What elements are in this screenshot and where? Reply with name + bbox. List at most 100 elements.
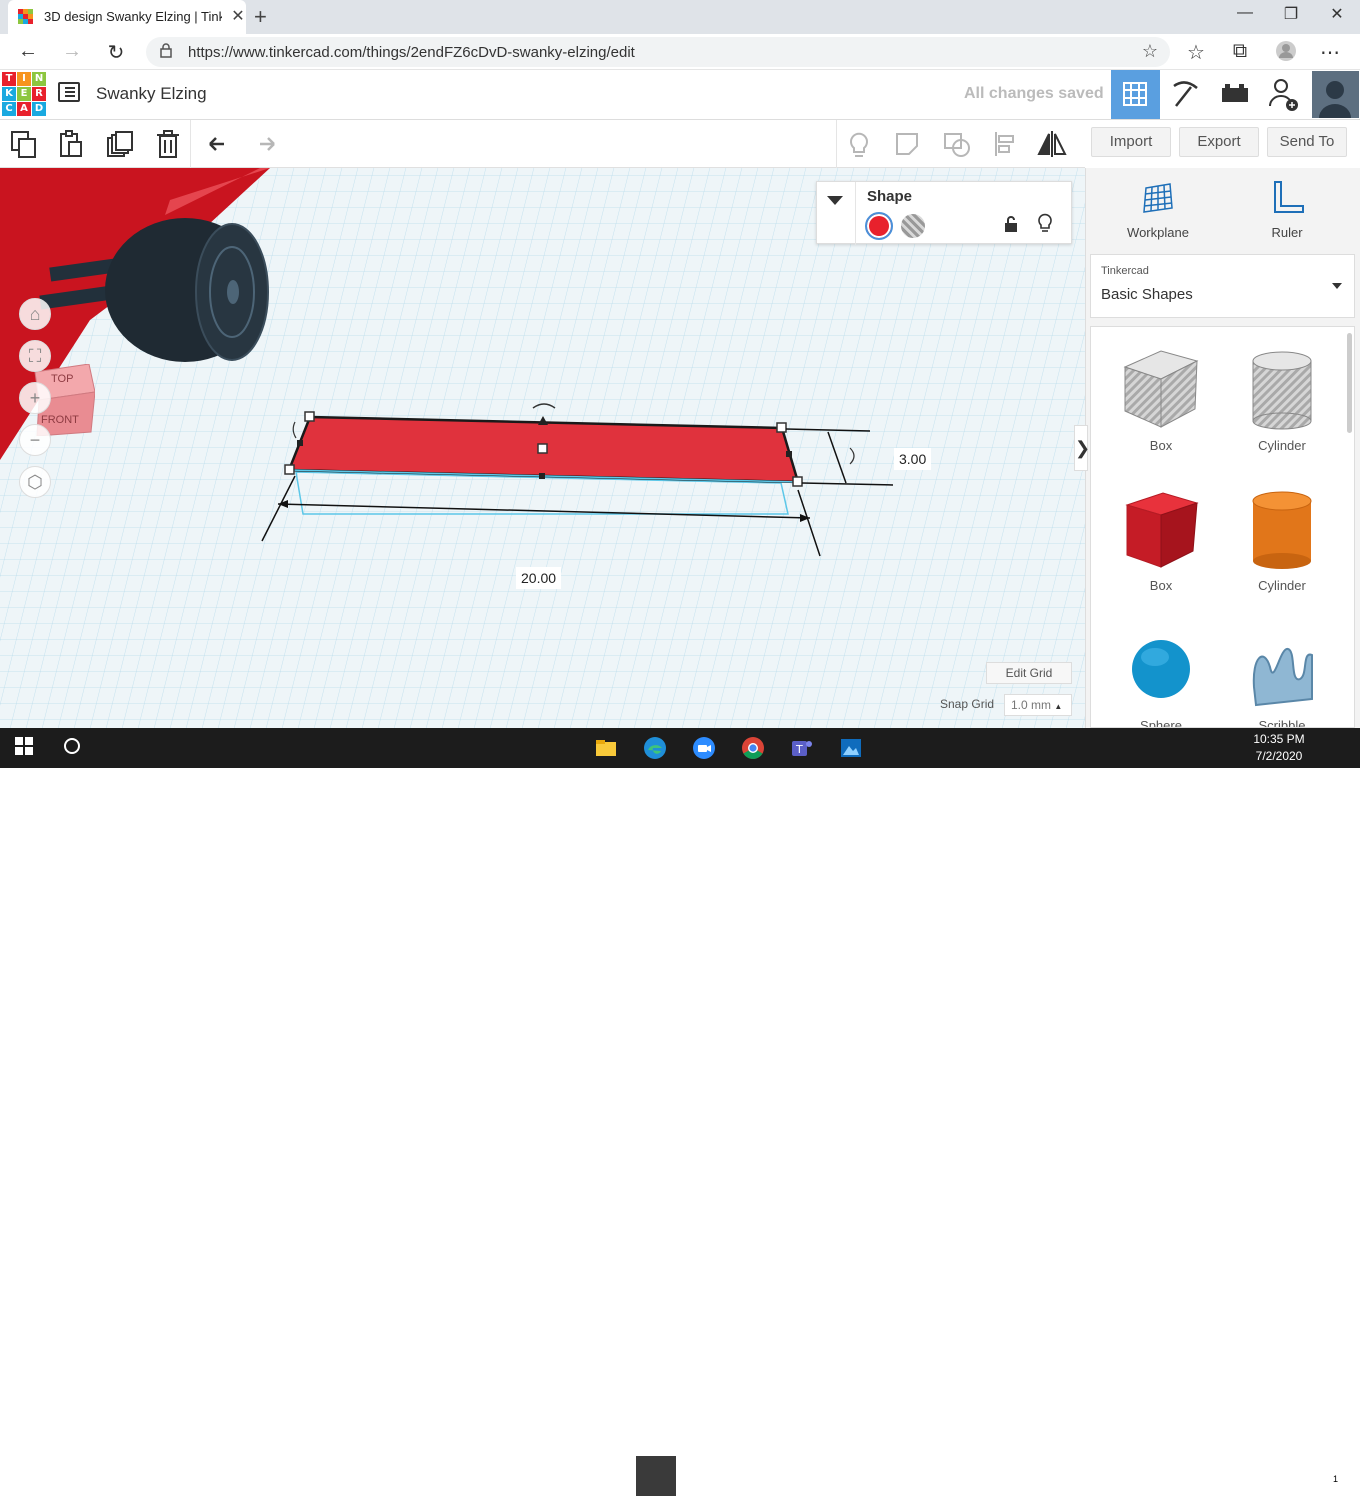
svg-text:T: T	[795, 743, 803, 756]
add-user-icon[interactable]	[1259, 70, 1308, 119]
notification-center-icon[interactable]: 1	[1318, 1464, 1342, 1488]
edit-grid-button[interactable]: Edit Grid	[986, 662, 1072, 684]
design-list-icon[interactable]	[58, 82, 80, 102]
favorite-star-icon[interactable]: ☆	[1142, 41, 1158, 62]
align-icon[interactable]	[990, 128, 1022, 160]
workplane-icon	[1143, 183, 1173, 213]
battery-icon[interactable]: ▭	[1176, 1468, 1188, 1484]
tab-title: 3D design Swanky Elzing | Tinker	[44, 9, 222, 24]
forward-icon[interactable]: →	[60, 40, 84, 63]
group-icon[interactable]	[892, 128, 924, 160]
shape-box[interactable]: Box	[1106, 487, 1216, 593]
search-icon[interactable]	[62, 736, 86, 760]
mirror-icon[interactable]	[1036, 128, 1068, 160]
solid-color-swatch[interactable]	[865, 212, 893, 240]
clock-date[interactable]: 7/2/2020	[1251, 749, 1307, 763]
design-title[interactable]: Swanky Elzing	[96, 84, 207, 104]
copy-icon[interactable]	[8, 128, 40, 160]
shape-cylinder-hole[interactable]: Cylinder	[1227, 347, 1337, 453]
paste-icon[interactable]	[56, 128, 88, 160]
window-close-icon[interactable]: ✕	[1314, 4, 1360, 24]
user-avatar[interactable]	[1311, 70, 1360, 119]
view-cube-front-label: FRONT	[41, 414, 79, 426]
3d-view-button[interactable]	[1111, 70, 1160, 119]
close-tab-icon[interactable]: ✕	[228, 6, 248, 26]
zoom-app-icon[interactable]	[692, 736, 716, 760]
url-text: https://www.tinkercad.com/things/2endFZ6…	[188, 44, 635, 61]
height-handle[interactable]	[537, 443, 548, 454]
lock-icon[interactable]	[1003, 215, 1019, 238]
shape-label: Cylinder	[1258, 578, 1306, 593]
wheel-object[interactable]	[105, 218, 269, 362]
shape-label: Box	[1149, 578, 1173, 593]
fit-view-icon[interactable]: ⛶	[19, 340, 51, 372]
resize-handle[interactable]	[776, 422, 787, 433]
shape-label: Sphere	[1140, 718, 1182, 728]
shape-sphere[interactable]: Sphere	[1106, 627, 1216, 728]
shape-scribble[interactable]: Scribble	[1227, 627, 1337, 727]
more-menu-icon[interactable]: ⋯	[1318, 40, 1342, 65]
minimize-icon[interactable]: —	[1222, 4, 1268, 22]
redo-icon[interactable]	[250, 128, 282, 160]
duplicate-icon[interactable]	[104, 128, 136, 160]
file-explorer-icon[interactable]	[594, 736, 618, 760]
windows-start-icon[interactable]	[14, 736, 38, 760]
browser-tab[interactable]: 3D design Swanky Elzing | Tinker ✕	[8, 0, 246, 34]
export-button[interactable]: Export	[1179, 127, 1259, 157]
collections-icon[interactable]: ⧉	[1228, 40, 1252, 63]
show-hidden-icons-chevron-icon[interactable]: ︿	[1152, 1469, 1165, 1488]
height-dimension-label[interactable]: 3.00	[894, 448, 932, 470]
shape-cylinder[interactable]: Cylinder	[1227, 487, 1337, 593]
collapse-caret-icon[interactable]	[827, 196, 843, 205]
shape-box-hole[interactable]: Box	[1106, 347, 1216, 453]
zoom-out-icon[interactable]: −	[19, 424, 51, 456]
wifi-icon[interactable]: ◠	[1201, 1467, 1212, 1483]
zoom-in-icon[interactable]: +	[19, 382, 51, 414]
edge-browser-icon[interactable]	[643, 736, 667, 760]
import-button[interactable]: Import	[1091, 127, 1171, 157]
snap-grid-select[interactable]: 1.0 mm ▲	[1004, 694, 1072, 716]
resize-handle[interactable]	[284, 464, 295, 475]
address-bar[interactable]: https://www.tinkercad.com/things/2endFZ6…	[146, 37, 1170, 67]
shape-library-select[interactable]: Tinkercad Basic Shapes	[1090, 254, 1355, 318]
edit-toolbar	[0, 120, 1085, 168]
logo-letter: K	[2, 87, 16, 101]
delete-icon[interactable]	[152, 128, 184, 160]
send-to-button[interactable]: Send To	[1267, 127, 1347, 157]
photos-icon[interactable]	[839, 736, 863, 760]
taskbar-active-indicator	[636, 1456, 676, 1496]
ungroup-icon[interactable]	[941, 128, 973, 160]
clock-time[interactable]: 10:35 PM	[1251, 732, 1307, 746]
logo-letter: C	[2, 102, 16, 116]
home-view-icon[interactable]: ⌂	[19, 298, 51, 330]
workplane-tool-button[interactable]: Workplane	[1118, 180, 1198, 240]
width-dimension-label[interactable]: 20.00	[516, 567, 562, 589]
codeblocks-pickaxe-icon[interactable]	[1161, 70, 1210, 119]
scrollbar[interactable]	[1347, 333, 1352, 433]
resize-handle[interactable]	[792, 476, 803, 487]
hole-swatch[interactable]	[901, 214, 925, 238]
restore-icon[interactable]: ❐	[1268, 4, 1314, 24]
favorites-icon[interactable]: ☆	[1184, 40, 1208, 65]
resize-handle[interactable]	[304, 411, 315, 422]
undo-icon[interactable]	[202, 128, 234, 160]
collapse-panel-chevron-icon[interactable]: ❯	[1074, 425, 1090, 471]
new-tab-icon[interactable]: +	[254, 4, 267, 30]
bricks-icon[interactable]	[1210, 70, 1259, 119]
lock-icon	[160, 43, 172, 61]
back-icon[interactable]: ←	[16, 40, 40, 63]
tinkercad-logo[interactable]: T I N K E R C A D	[2, 72, 46, 116]
visibility-lightbulb-icon[interactable]	[1037, 213, 1053, 238]
profile-avatar-icon[interactable]	[1274, 40, 1298, 68]
refresh-icon[interactable]: ↻	[104, 40, 128, 65]
ruler-tool-button[interactable]: Ruler	[1247, 180, 1327, 240]
library-name: Basic Shapes	[1101, 286, 1193, 303]
snap-grid-label: Snap Grid	[940, 697, 995, 711]
teams-icon[interactable]: T	[790, 736, 814, 760]
show-all-lightbulb-icon[interactable]	[843, 128, 875, 160]
chrome-icon[interactable]	[741, 736, 765, 760]
volume-icon[interactable]: 🔈︎	[1224, 1467, 1232, 1483]
perspective-icon[interactable]: ⬡	[19, 466, 51, 498]
notification-count: 1	[1330, 1474, 1342, 1484]
logo-letter: E	[17, 87, 31, 101]
